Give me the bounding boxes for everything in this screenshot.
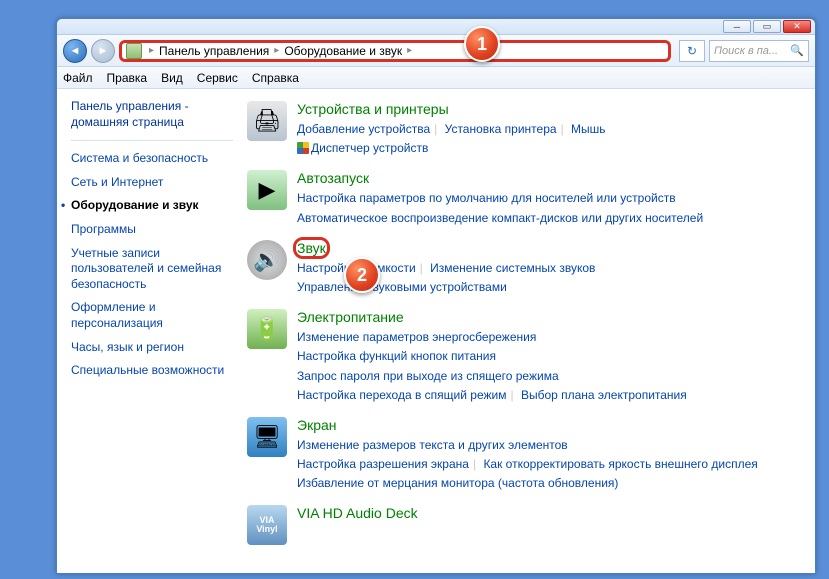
link-autoplay-defaults[interactable]: Настройка параметров по умолчанию для но…	[297, 191, 676, 205]
search-input[interactable]: Поиск в па... 🔍	[709, 40, 809, 62]
sublinks-devices: Добавление устройства| Установка принтер…	[297, 120, 805, 158]
link-power-save[interactable]: Изменение параметров энергосбережения	[297, 330, 536, 344]
menu-bar: Файл Правка Вид Сервис Справка	[57, 67, 815, 89]
category-title-via[interactable]: VIA HD Audio Deck	[297, 505, 805, 521]
sidebar-home[interactable]: Панель управления - домашняя страница	[71, 99, 233, 130]
annotation-marker-2: 2	[344, 257, 380, 293]
category-sound: 🔊 Звук Настройка громкости| Изменение си…	[247, 240, 805, 297]
menu-tools[interactable]: Сервис	[197, 71, 238, 85]
divider	[71, 140, 233, 141]
sublinks-power: Изменение параметров энергосбережения На…	[297, 328, 805, 405]
link-resolution[interactable]: Настройка разрешения экрана	[297, 457, 469, 471]
category-via: VIAVinyl VIA HD Audio Deck	[247, 505, 805, 545]
address-bar[interactable]: ▸ Панель управления ▸ Оборудование и зву…	[119, 40, 671, 62]
content-area: Панель управления - домашняя страница Си…	[57, 89, 815, 573]
navigation-bar: ◄ ► ▸ Панель управления ▸ Оборудование и…	[57, 35, 815, 67]
breadcrumb-sub[interactable]: Оборудование и звук	[282, 44, 404, 58]
link-add-printer[interactable]: Установка принтера	[445, 122, 557, 136]
power-icon: 🔋	[247, 309, 287, 349]
minimize-button[interactable]: ─	[723, 20, 751, 33]
separator-icon: ▸	[404, 45, 415, 56]
menu-view[interactable]: Вид	[161, 71, 183, 85]
link-power-sleep[interactable]: Настройка перехода в спящий режим	[297, 388, 506, 402]
separator-icon: ▸	[271, 45, 282, 56]
link-power-password[interactable]: Запрос пароля при выходе из спящего режи…	[297, 369, 559, 383]
refresh-button[interactable]: ↻	[679, 40, 705, 62]
sublinks-autoplay: Настройка параметров по умолчанию для но…	[297, 189, 805, 227]
category-title-sound[interactable]: Звук	[297, 240, 326, 256]
link-power-plan[interactable]: Выбор плана электропитания	[521, 388, 687, 402]
devices-icon: 🖨	[247, 101, 287, 141]
search-icon: 🔍	[790, 44, 804, 57]
close-button[interactable]: ✕	[783, 20, 811, 33]
link-audio-devices[interactable]: Управление звуковыми устройствами	[297, 280, 507, 294]
sidebar-item-programs[interactable]: Программы	[71, 218, 233, 242]
link-refresh-rate[interactable]: Избавление от мерцания монитора (частота…	[297, 476, 618, 490]
separator-icon: ▸	[146, 45, 157, 56]
sound-icon: 🔊	[247, 240, 287, 280]
link-system-sounds[interactable]: Изменение системных звуков	[430, 261, 595, 275]
sidebar-item-users[interactable]: Учетные записи пользователей и семейная …	[71, 242, 233, 297]
link-power-buttons[interactable]: Настройка функций кнопок питания	[297, 349, 496, 363]
control-panel-window: ─ ▭ ✕ ◄ ► ▸ Панель управления ▸ Оборудов…	[56, 18, 816, 574]
shield-icon	[297, 142, 309, 154]
category-title-power[interactable]: Электропитание	[297, 309, 805, 325]
link-device-manager[interactable]: Диспетчер устройств	[311, 141, 428, 155]
sidebar: Панель управления - домашняя страница Си…	[57, 89, 243, 573]
menu-edit[interactable]: Правка	[107, 71, 148, 85]
category-title-display[interactable]: Экран	[297, 417, 805, 433]
via-icon: VIAVinyl	[247, 505, 287, 545]
annotation-marker-1: 1	[464, 26, 500, 62]
search-placeholder: Поиск в па...	[714, 45, 778, 57]
sidebar-item-system[interactable]: Система и безопасность	[71, 147, 233, 171]
link-text-size[interactable]: Изменение размеров текста и других элеме…	[297, 438, 568, 452]
titlebar: ─ ▭ ✕	[57, 19, 815, 35]
sidebar-item-clock[interactable]: Часы, язык и регион	[71, 336, 233, 360]
control-panel-icon	[126, 43, 142, 59]
maximize-button[interactable]: ▭	[753, 20, 781, 33]
sidebar-item-accessibility[interactable]: Специальные возможности	[71, 359, 233, 383]
category-title-devices[interactable]: Устройства и принтеры	[297, 101, 805, 117]
menu-file[interactable]: Файл	[63, 71, 93, 85]
autoplay-icon: ▶	[247, 170, 287, 210]
sidebar-item-hardware[interactable]: Оборудование и звук	[71, 194, 233, 218]
menu-help[interactable]: Справка	[252, 71, 299, 85]
forward-button[interactable]: ►	[91, 39, 115, 63]
link-mouse[interactable]: Мышь	[571, 122, 606, 136]
category-power: 🔋 Электропитание Изменение параметров эн…	[247, 309, 805, 405]
main-panel: 🖨 Устройства и принтеры Добавление устро…	[243, 89, 815, 573]
breadcrumb-root[interactable]: Панель управления	[157, 44, 271, 58]
sublinks-display: Изменение размеров текста и других элеме…	[297, 436, 805, 494]
category-autoplay: ▶ Автозапуск Настройка параметров по умо…	[247, 170, 805, 227]
category-display: 🖥 Экран Изменение размеров текста и друг…	[247, 417, 805, 494]
back-button[interactable]: ◄	[63, 39, 87, 63]
sidebar-item-network[interactable]: Сеть и Интернет	[71, 171, 233, 195]
sidebar-item-appearance[interactable]: Оформление и персонализация	[71, 296, 233, 335]
link-add-device[interactable]: Добавление устройства	[297, 122, 430, 136]
link-autoplay-cd[interactable]: Автоматическое воспроизведение компакт-д…	[297, 211, 703, 225]
category-title-autoplay[interactable]: Автозапуск	[297, 170, 805, 186]
category-devices: 🖨 Устройства и принтеры Добавление устро…	[247, 101, 805, 158]
display-icon: 🖥	[247, 417, 287, 457]
link-brightness[interactable]: Как откорректировать яркость внешнего ди…	[483, 457, 757, 471]
